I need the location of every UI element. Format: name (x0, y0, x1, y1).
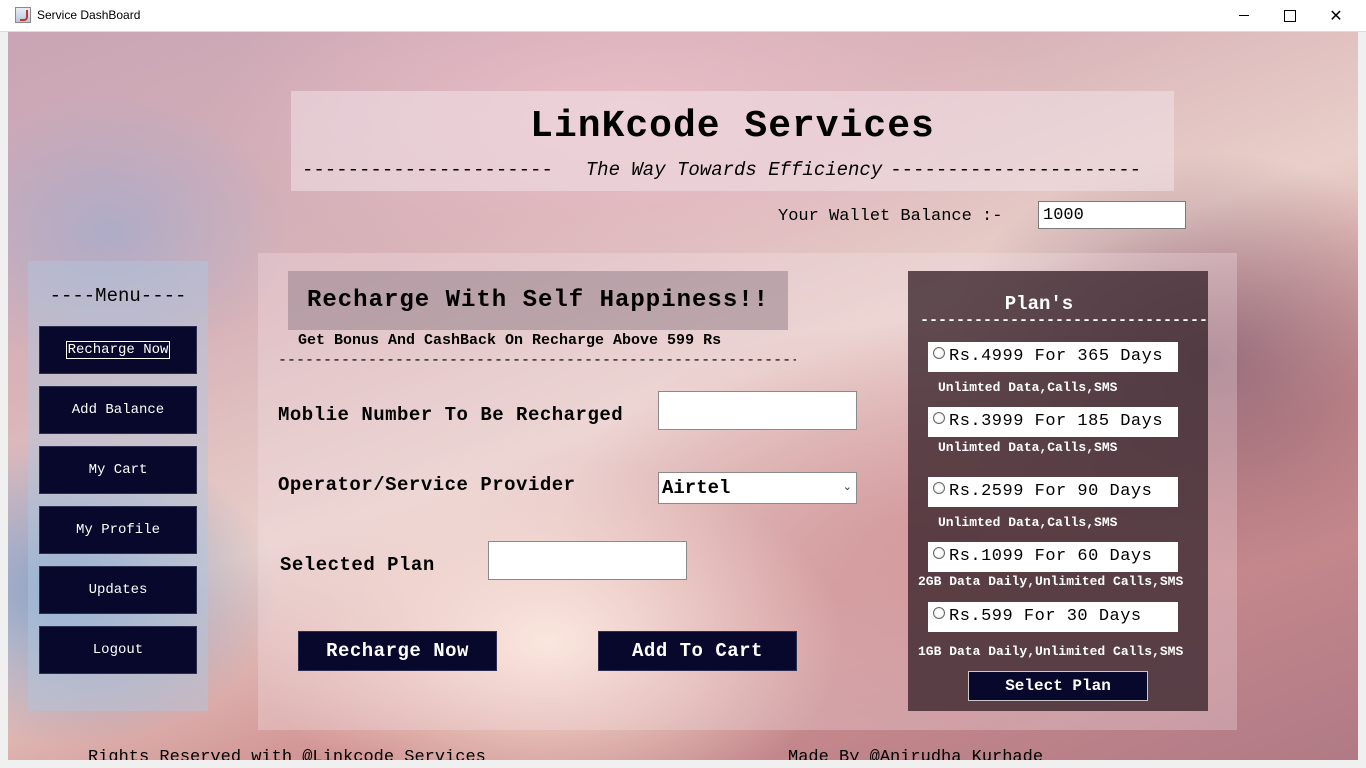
java-app-icon (15, 7, 31, 23)
footer-author: Made By @Anirudha Kurhade (788, 748, 1044, 760)
tagline-dashes-right: ---------------------- (890, 159, 1142, 181)
wallet-balance-field[interactable] (1038, 201, 1186, 229)
recharge-separator: ----------------------------------------… (278, 352, 796, 369)
menu-my-cart-button[interactable]: My Cart (39, 446, 197, 494)
menu-item-label: My Profile (75, 522, 160, 538)
operator-select[interactable]: Airtel ⌄ (658, 472, 857, 504)
dashboard-frame: LinKcode Services ----------------------… (8, 32, 1358, 760)
plan-option[interactable]: Rs.2599 For 90 Days (928, 477, 1178, 507)
add-to-cart-button[interactable]: Add To Cart (598, 631, 797, 671)
menu-add-balance-button[interactable]: Add Balance (39, 386, 197, 434)
chevron-down-icon: ⌄ (842, 480, 852, 493)
minimize-icon[interactable] (1221, 0, 1267, 31)
operator-selected-value: Airtel (662, 477, 731, 499)
plan-option[interactable]: Rs.599 For 30 Days (928, 602, 1178, 632)
page-title: LinKcode Services (530, 105, 935, 148)
tagline: The Way Towards Efficiency (585, 159, 883, 181)
plan-radio[interactable] (933, 412, 945, 424)
menu-item-label: Logout (92, 642, 144, 658)
plan-radio[interactable] (933, 607, 945, 619)
plan-description: Unlimted Data,Calls,SMS (938, 380, 1118, 395)
mobile-number-label: Moblie Number To Be Recharged (278, 404, 624, 426)
selected-plan-label: Selected Plan (280, 554, 435, 576)
window-title: Service DashBoard (37, 8, 141, 22)
plan-description: 1GB Data Daily,Unlimited Calls,SMS (918, 644, 1184, 659)
window-titlebar: Service DashBoard ✕ (0, 0, 1366, 32)
menu-updates-button[interactable]: Updates (39, 566, 197, 614)
recharge-heading: Recharge With Self Happiness!! (288, 271, 788, 330)
menu-panel: ----Menu---- Recharge Now Add Balance My… (28, 261, 208, 711)
menu-item-label: My Cart (88, 462, 148, 478)
menu-item-label: Recharge Now (65, 341, 171, 359)
menu-my-profile-button[interactable]: My Profile (39, 506, 197, 554)
plan-description: Unlimted Data,Calls,SMS (938, 440, 1118, 455)
plan-radio[interactable] (933, 547, 945, 559)
tagline-dashes-left: ---------------------- (302, 159, 553, 181)
bonus-text: Get Bonus And CashBack On Recharge Above… (298, 332, 722, 349)
wallet-balance-label: Your Wallet Balance :- (778, 207, 1003, 226)
plan-radio[interactable] (933, 347, 945, 359)
menu-logout-button[interactable]: Logout (39, 626, 197, 674)
footer-rights: Rights Reserved with @Linkcode Services (88, 748, 486, 760)
recharge-now-button[interactable]: Recharge Now (298, 631, 497, 671)
close-icon[interactable]: ✕ (1313, 0, 1359, 31)
plan-label: Rs.599 For 30 Days (949, 607, 1142, 626)
menu-item-label: Updates (88, 582, 148, 598)
plan-description: 2GB Data Daily,Unlimited Calls,SMS (918, 574, 1184, 589)
maximize-icon[interactable] (1267, 0, 1313, 31)
menu-item-label: Add Balance (71, 402, 165, 418)
plan-radio[interactable] (933, 482, 945, 494)
plan-option[interactable]: Rs.4999 For 365 Days (928, 342, 1178, 372)
mobile-number-field[interactable] (658, 391, 857, 430)
plan-option[interactable]: Rs.1099 For 60 Days (928, 542, 1178, 572)
plan-label: Rs.4999 For 365 Days (949, 347, 1164, 366)
plan-label: Rs.1099 For 60 Days (949, 547, 1153, 566)
select-plan-button[interactable]: Select Plan (968, 671, 1148, 701)
selected-plan-field[interactable] (488, 541, 687, 580)
tagline-row: ---------------------- The Way Towards E… (302, 158, 1166, 182)
menu-recharge-now-button[interactable]: Recharge Now (39, 326, 197, 374)
operator-label: Operator/Service Provider (278, 474, 576, 496)
menu-title: ----Menu---- (49, 285, 187, 307)
plan-label: Rs.2599 For 90 Days (949, 482, 1153, 501)
plan-label: Rs.3999 For 185 Days (949, 412, 1164, 431)
plans-separator: ------------------------------------- (920, 312, 1208, 329)
plan-description: Unlimted Data,Calls,SMS (938, 515, 1118, 530)
plans-panel: Plan's ---------------------------------… (908, 271, 1208, 711)
plan-option[interactable]: Rs.3999 For 185 Days (928, 407, 1178, 437)
